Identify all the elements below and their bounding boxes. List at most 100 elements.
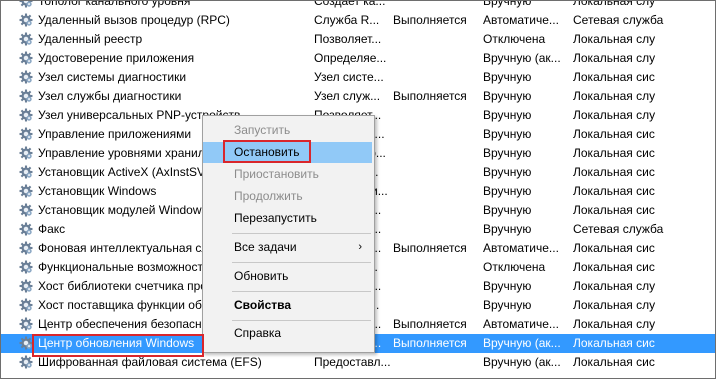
table-row[interactable]: Узел службы диагностики Узел служ... Выпол… [1, 87, 715, 106]
menu-item-restart[interactable]: Перезапустить [203, 208, 372, 229]
service-logon-as: Локальная сис [573, 355, 655, 369]
service-status: Выполняется [393, 89, 467, 103]
service-startup-type: Автоматиче... [483, 13, 559, 27]
service-name: Узел системы диагностики [38, 70, 187, 84]
services-window: Тополог канального уровня Создает ка... Вр… [0, 0, 716, 379]
service-startup-type: Вручную [483, 203, 532, 217]
context-menu: Запустить Остановить Приостановить Продо… [202, 115, 375, 353]
gear-icon [19, 220, 35, 239]
service-startup-type: Вручную (ак... [483, 51, 561, 65]
menu-separator [232, 233, 371, 234]
gear-icon [19, 30, 35, 49]
service-logon-as: Локальная сис [573, 127, 655, 141]
menu-separator [232, 262, 371, 263]
service-description: Служба R... [314, 13, 380, 27]
service-logon-as: Локальная слу [573, 279, 656, 293]
table-row[interactable]: Тополог канального уровня Создает ка... Вр… [1, 0, 715, 11]
service-name: Удостоверение приложения [38, 51, 195, 65]
service-startup-type: Отключена [483, 260, 546, 274]
service-startup-type: Вручную [483, 165, 532, 179]
service-startup-type: Вручную [483, 184, 532, 198]
gear-icon [19, 201, 35, 220]
gear-icon [19, 106, 35, 125]
service-name: Шифрованная файловая система (EFS) [38, 355, 262, 369]
service-startup-type: Отключена [483, 32, 546, 46]
service-description: Предоставл... [314, 355, 390, 369]
gear-icon [19, 182, 35, 201]
service-startup-type: Вручную [483, 108, 532, 122]
menu-separator [232, 291, 371, 292]
service-name: Узел службы диагностики [38, 89, 182, 103]
service-startup-type: Вручную [483, 0, 532, 8]
service-logon-as: Локальная сис [573, 260, 655, 274]
service-name: Удаленный вызов процедур (RPC) [38, 13, 230, 27]
service-description: Определяе... [314, 51, 387, 65]
service-logon-as: Локальная сис [573, 146, 655, 160]
service-startup-type: Вручную [483, 127, 532, 141]
menu-item-all-tasks-label: Все задачи [234, 240, 297, 254]
service-startup-type: Вручную [483, 222, 532, 236]
service-startup-type: Автоматиче... [483, 317, 559, 331]
service-logon-as: Сетевая служба [573, 13, 664, 27]
menu-item-help[interactable]: Справка [203, 323, 372, 344]
menu-item-resume[interactable]: Продолжить [203, 186, 372, 207]
service-startup-type: Вручную [483, 279, 532, 293]
gear-icon [19, 87, 35, 106]
gear-icon [19, 125, 35, 144]
service-logon-as: Локальная сис [573, 241, 655, 255]
service-logon-as: Локальная слу [573, 51, 656, 65]
service-startup-type: Вручную (ак... [483, 336, 561, 350]
service-logon-as: Локальная слу [573, 32, 656, 46]
table-row[interactable]: Удостоверение приложения Определяе... Вруч… [1, 49, 715, 68]
gear-icon [19, 11, 35, 30]
service-logon-as: Локальная сис [573, 70, 655, 84]
service-logon-as: Локальная сис [573, 165, 655, 179]
service-description: Узел систе... [314, 70, 384, 84]
service-logon-as: Локальная слу [573, 0, 656, 8]
gear-icon [19, 144, 35, 163]
gear-icon [19, 49, 35, 68]
service-description: Позволяет... [314, 32, 382, 46]
service-logon-as: Локальная сис [573, 203, 655, 217]
gear-icon [19, 353, 35, 372]
service-status: Выполняется [393, 13, 467, 27]
service-logon-as: Локальная слу [573, 317, 656, 331]
gear-icon [19, 334, 35, 353]
service-status: Выполняется [393, 241, 467, 255]
table-row[interactable]: Удаленный реестр Позволяет... Отключена Лок… [1, 30, 715, 49]
gear-icon [19, 1, 35, 11]
service-startup-type: Вручную (ак... [483, 355, 561, 369]
menu-item-stop[interactable]: Остановить [203, 142, 372, 163]
menu-separator [232, 320, 371, 321]
service-status: Выполняется [393, 336, 467, 350]
gear-icon [19, 277, 35, 296]
table-row[interactable]: Узел системы диагностики Узел систе... Вру… [1, 68, 715, 87]
menu-item-all-tasks[interactable]: Все задачи › [203, 237, 372, 258]
table-row[interactable]: Шифрованная файловая система (EFS) Предос… [1, 353, 715, 372]
chevron-right-icon: › [358, 241, 362, 253]
service-startup-type: Вручную [483, 89, 532, 103]
table-row[interactable]: Удаленный вызов процедур (RPC) Служба R..… [1, 11, 715, 30]
service-description: Создает ка... [314, 0, 386, 8]
menu-item-refresh[interactable]: Обновить [203, 266, 372, 287]
gear-icon [19, 296, 35, 315]
service-logon-as: Локальная сис [573, 184, 655, 198]
gear-icon [19, 68, 35, 87]
menu-item-start[interactable]: Запустить [203, 120, 372, 141]
gear-icon [19, 239, 35, 258]
service-status: Выполняется [393, 317, 467, 331]
service-logon-as: Локальная сис [573, 336, 655, 350]
service-logon-as: Локальная слу [573, 89, 656, 103]
service-name: Тополог канального уровня [38, 0, 191, 8]
menu-item-pause[interactable]: Приостановить [203, 164, 372, 185]
menu-item-properties[interactable]: Свойства [203, 295, 372, 316]
service-logon-as: Локальная слу [573, 298, 656, 312]
service-logon-as: Локальная слу [573, 108, 656, 122]
service-name: Удаленный реестр [38, 32, 143, 46]
service-logon-as: Сетевая служба [573, 222, 664, 236]
service-startup-type: Вручную [483, 70, 532, 84]
service-startup-type: Автоматиче... [483, 241, 559, 255]
gear-icon [19, 258, 35, 277]
gear-icon [19, 163, 35, 182]
gear-icon [19, 315, 35, 334]
